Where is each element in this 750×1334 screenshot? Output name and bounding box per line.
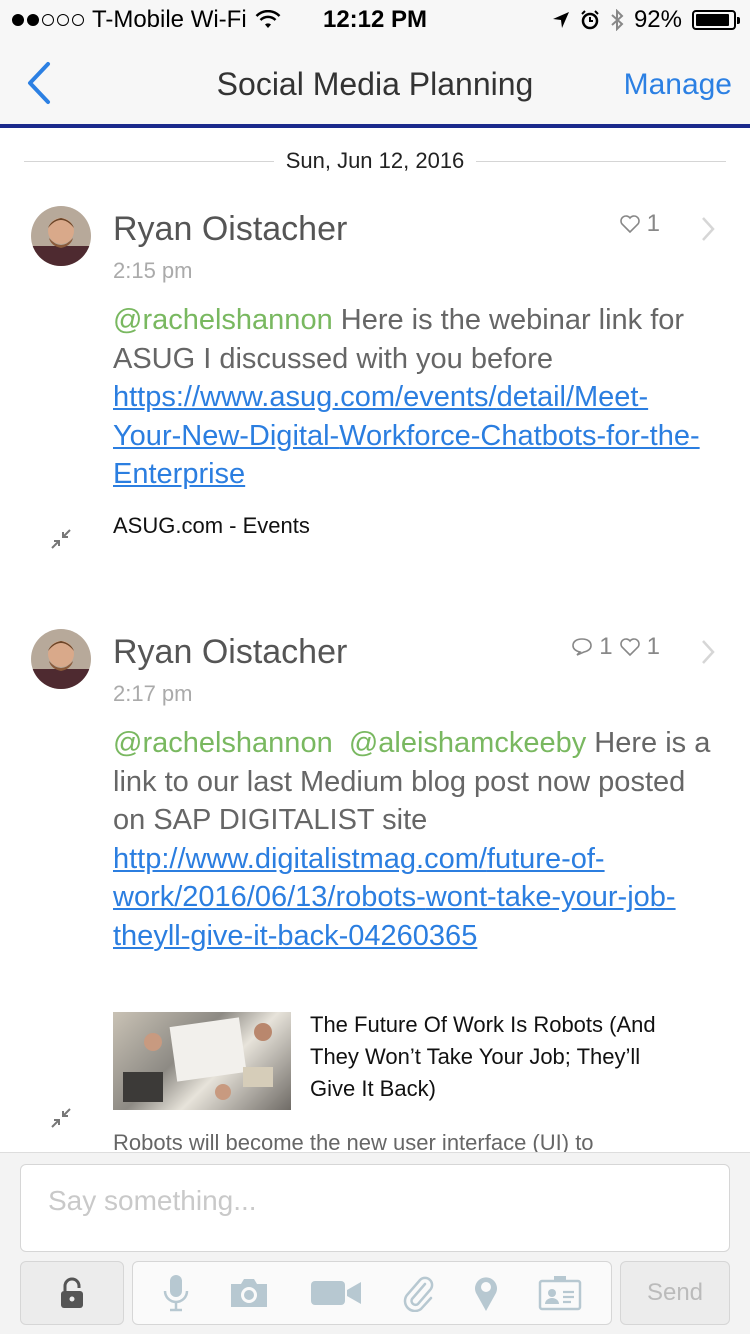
bluetooth-icon [611,9,624,31]
location-pin-icon[interactable] [472,1273,500,1313]
date-separator: Sun, Jun 12, 2016 [0,146,750,176]
video-icon[interactable] [309,1278,363,1308]
carrier-label: T-Mobile Wi-Fi [92,6,247,33]
paperclip-icon[interactable] [401,1274,435,1312]
heart-icon[interactable] [619,214,641,234]
mention[interactable]: @aleishamckeeby [349,727,586,759]
message-time: 2:15 pm [113,258,193,283]
link-preview-snippet: Robots will become the new user interfac… [113,1130,594,1152]
alarm-icon [581,10,599,30]
message-stats: 1 [619,210,660,238]
privacy-toggle-button[interactable] [20,1261,124,1325]
message-input[interactable]: Say something... [20,1164,730,1252]
comment-count: 1 [599,633,613,660]
wifi-icon [255,10,281,28]
link-preview-title[interactable]: ASUG.com - Events [113,513,310,539]
message-body: @rachelshannon Here is the webinar link … [113,301,713,494]
avatar[interactable] [31,206,91,266]
message-link[interactable]: https://www.asug.com/events/detail/Meet-… [113,381,700,490]
microphone-icon[interactable] [162,1273,190,1313]
collapse-icon[interactable] [50,528,72,550]
message-item[interactable]: Ryan Oistacher 2:15 pm 1 @rachelshannon … [0,206,750,586]
comment-icon[interactable] [571,637,593,657]
camera-icon[interactable] [227,1276,271,1310]
heart-icon[interactable] [619,637,641,657]
mention[interactable]: @rachelshannon [113,304,333,336]
message-feed[interactable]: Sun, Jun 12, 2016 Ryan Oistacher 2:15 pm… [0,132,750,1152]
nav-bar: Social Media Planning Manage [0,40,750,128]
link-preview-title[interactable]: The Future Of Work Is Robots (And They W… [310,1009,690,1105]
location-icon [552,12,569,28]
status-bar: T-Mobile Wi-Fi 12:12 PM 92% [0,0,750,40]
author-name[interactable]: Ryan Oistacher [113,633,347,672]
carrier-group: T-Mobile Wi-Fi [12,6,281,34]
battery-icon [692,10,740,30]
composer-toolbar: Send [0,1261,750,1325]
message-composer: Say something... Send [0,1152,750,1334]
date-label: Sun, Jun 12, 2016 [285,148,465,173]
status-right-group: 92% [552,6,740,34]
link-preview-image[interactable] [113,1012,291,1110]
message-time: 2:17 pm [113,681,193,706]
author-name[interactable]: Ryan Oistacher [113,210,347,249]
manage-button[interactable]: Manage [624,68,732,102]
chevron-right-icon[interactable] [698,637,718,667]
message-stats: 1 1 [571,633,660,661]
signal-icon [12,14,84,26]
battery-percent: 92% [633,6,682,33]
message-item[interactable]: Ryan Oistacher 2:17 pm 1 1 @rachelshanno… [0,629,750,1152]
lock-icon [61,1277,83,1308]
collapse-icon[interactable] [50,1107,72,1129]
attachment-tools [132,1261,612,1325]
like-count: 1 [646,210,660,237]
like-count: 1 [646,633,660,660]
avatar[interactable] [31,629,91,689]
chevron-right-icon[interactable] [698,214,718,244]
mention[interactable]: @rachelshannon [113,727,333,759]
contact-card-icon[interactable] [538,1275,582,1311]
message-link[interactable]: http://www.digitalistmag.com/future-of-w… [113,843,676,952]
message-body: @rachelshannon @aleishamckeeby Here is a… [113,724,713,955]
send-button[interactable]: Send [620,1261,730,1325]
